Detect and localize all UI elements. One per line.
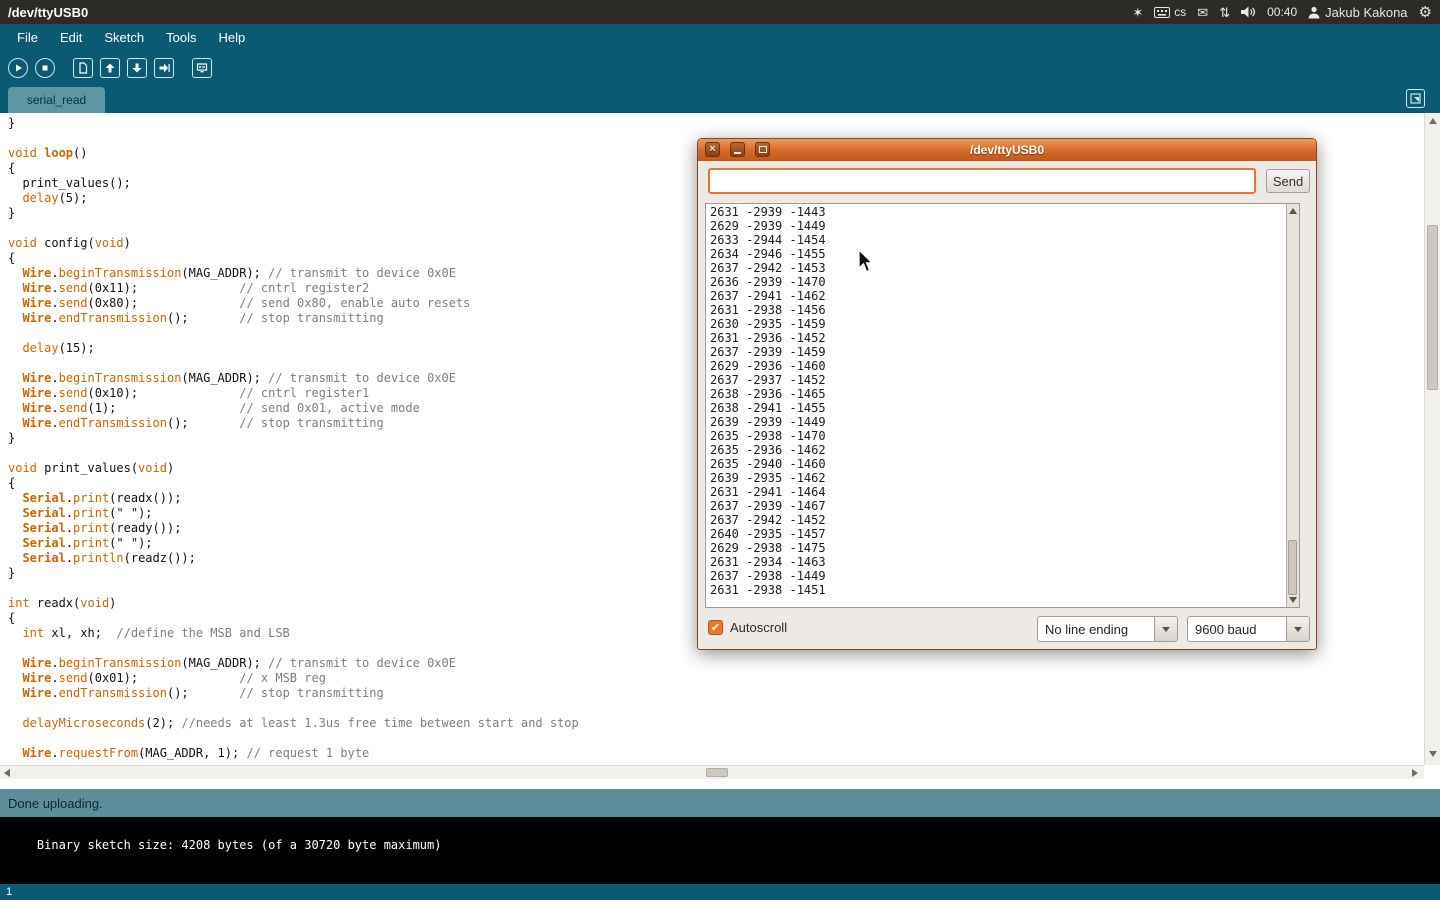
serial-output-area[interactable]: 2631 -2939 -1443 2629 -2939 -1449 2633 -… [705,203,1300,608]
screen: /dev/ttyUSB0 ✶ cs ✉ ⇅ 00:40 Jakub Kakona… [0,0,1440,900]
close-button[interactable]: × [705,142,720,157]
network-arrows-icon[interactable]: ⇅ [1219,6,1230,19]
new-file-icon [77,62,89,74]
menu-item-help[interactable]: Help [207,26,256,49]
tab-serial-read[interactable]: serial_read [8,87,105,113]
code-line: Wire.beginTransmission(MAG_ADDR); // tra… [8,656,1424,671]
code-line: Wire.endTransmission(); // stop transmit… [8,686,1424,701]
code-line: Wire.send(0x01); // x MSB reg [8,671,1424,686]
open-sketch-button[interactable] [100,58,120,78]
status-message: Done uploading. [8,796,103,811]
serial-monitor-icon [196,62,208,74]
minimize-icon [734,152,741,154]
send-label: Send [1273,174,1303,189]
console-output: Binary sketch size: 4208 bytes (of a 307… [0,817,1440,884]
vertical-scroll-handle[interactable] [1427,225,1438,390]
serial-monitor-button[interactable] [192,58,212,78]
keyboard-layout-label: cs [1174,5,1186,19]
chevron-down-icon [1294,627,1302,632]
line-ending-value: No line ending [1038,617,1154,641]
arrow-down-icon [131,62,143,74]
scroll-right-icon[interactable] [1412,769,1418,777]
save-sketch-button[interactable] [127,58,147,78]
close-icon: × [709,144,715,155]
keyboard-icon [1154,7,1170,18]
stop-icon [39,62,51,74]
code-line [8,731,1424,746]
mail-icon[interactable]: ✉ [1197,6,1208,19]
user-icon [1308,6,1320,19]
line-number: 1 [6,886,12,898]
code-line [8,701,1424,716]
system-panel: /dev/ttyUSB0 ✶ cs ✉ ⇅ 00:40 Jakub Kakona… [0,0,1440,24]
scroll-up-icon[interactable] [1289,208,1297,214]
autoscroll-checkbox[interactable] [708,620,723,635]
serial-input[interactable] [708,168,1256,194]
menu-item-sketch[interactable]: Sketch [93,26,155,49]
editor-vertical-scrollbar[interactable] [1424,113,1440,765]
toolbar [0,51,1440,84]
serial-monitor-window: × /dev/ttyUSB0 Send 2631 -2939 -1443 262… [697,138,1317,650]
menubar: FileEditSketchToolsHelp [0,24,1440,51]
send-button[interactable]: Send [1266,169,1310,193]
code-line: } [8,116,1424,131]
arrow-up-icon [104,62,116,74]
play-icon [12,62,24,74]
serial-scroll-handle[interactable] [1288,540,1297,595]
window-title: /dev/ttyUSB0 [970,143,1044,157]
tab-menu-button[interactable] [1406,89,1425,108]
line-number-bar: 1 [0,884,1440,900]
clock[interactable]: 00:40 [1267,5,1297,19]
line-ending-dropdown[interactable]: No line ending [1037,616,1178,642]
gear-icon[interactable]: ⚙ [1419,5,1432,20]
autoscroll-label: Autoscroll [730,620,787,635]
tab-label: serial_read [27,93,86,107]
code-line: Wire.requestFrom(MAG_ADDR, 1); // reques… [8,746,1424,761]
scroll-down-icon[interactable] [1289,597,1297,603]
maximize-button[interactable] [755,142,770,157]
indicator-icon[interactable]: ✶ [1132,6,1143,19]
tab-menu-icon [1410,93,1421,104]
verify-button[interactable] [8,58,28,78]
editor-horizontal-scrollbar[interactable] [0,765,1424,779]
arrow-right-icon [158,62,170,74]
code-line: delayMicroseconds(2); //needs at least 1… [8,716,1424,731]
volume-icon[interactable] [1241,6,1256,18]
console-text: Binary sketch size: 4208 bytes (of a 307… [37,838,442,852]
serial-monitor-titlebar[interactable]: × /dev/ttyUSB0 [698,139,1316,161]
stop-button[interactable] [35,58,55,78]
horizontal-scroll-handle[interactable] [706,768,728,777]
baud-rate-value: 9600 baud [1188,617,1286,641]
user-menu[interactable]: Jakub Kakona [1308,5,1407,20]
serial-output: 2631 -2939 -1443 2629 -2939 -1449 2633 -… [706,204,1299,598]
chevron-down-icon [1162,627,1170,632]
menu-item-file[interactable]: File [6,26,49,49]
new-sketch-button[interactable] [73,58,93,78]
user-name: Jakub Kakona [1325,5,1407,20]
status-bar: Done uploading. [0,789,1440,817]
upload-button[interactable] [154,58,174,78]
minimize-button[interactable] [730,142,745,157]
baud-rate-dropdown[interactable]: 9600 baud [1187,616,1310,642]
scroll-up-icon[interactable] [1429,118,1437,124]
menu-item-edit[interactable]: Edit [49,26,93,49]
serial-scrollbar[interactable] [1286,204,1299,607]
maximize-icon [759,146,767,153]
system-tray: ✶ cs ✉ ⇅ 00:40 Jakub Kakona ⚙ [1132,5,1432,20]
window-controls: × [705,142,770,157]
scroll-down-icon[interactable] [1429,751,1437,757]
active-window-title: /dev/ttyUSB0 [8,5,88,20]
menu-item-tools[interactable]: Tools [155,26,207,49]
scroll-left-icon[interactable] [4,769,10,777]
dropdown-button[interactable] [1286,617,1309,641]
keyboard-indicator[interactable]: cs [1154,5,1186,19]
dropdown-button[interactable] [1154,617,1177,641]
tab-strip: serial_read [0,84,1440,113]
